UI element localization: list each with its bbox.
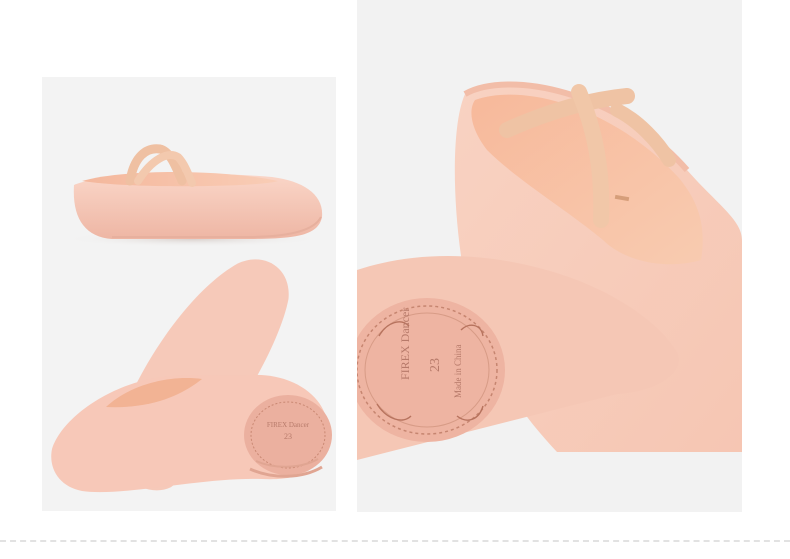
left-photo-panel: FIREX Dancer 23 — [42, 77, 336, 511]
sole-size-text: 23 — [284, 432, 292, 441]
dashed-divider — [0, 540, 790, 542]
sole-brand-text: FIREX Dancer — [267, 421, 310, 429]
closeup-origin-text: Made in China — [453, 345, 463, 399]
right-closeup-panel: FIREX Dancer 23 Made in China — [357, 0, 742, 512]
closeup-size-text: 23 — [428, 358, 443, 372]
closeup-brand-text: FIREX Dancer — [398, 308, 412, 380]
shoe-front-sole-up: FIREX Dancer 23 — [51, 374, 332, 493]
shoe-side-view-photo: FIREX Dancer 23 — [51, 144, 332, 493]
sole-closeup-photo: FIREX Dancer 23 Made in China — [357, 81, 742, 460]
